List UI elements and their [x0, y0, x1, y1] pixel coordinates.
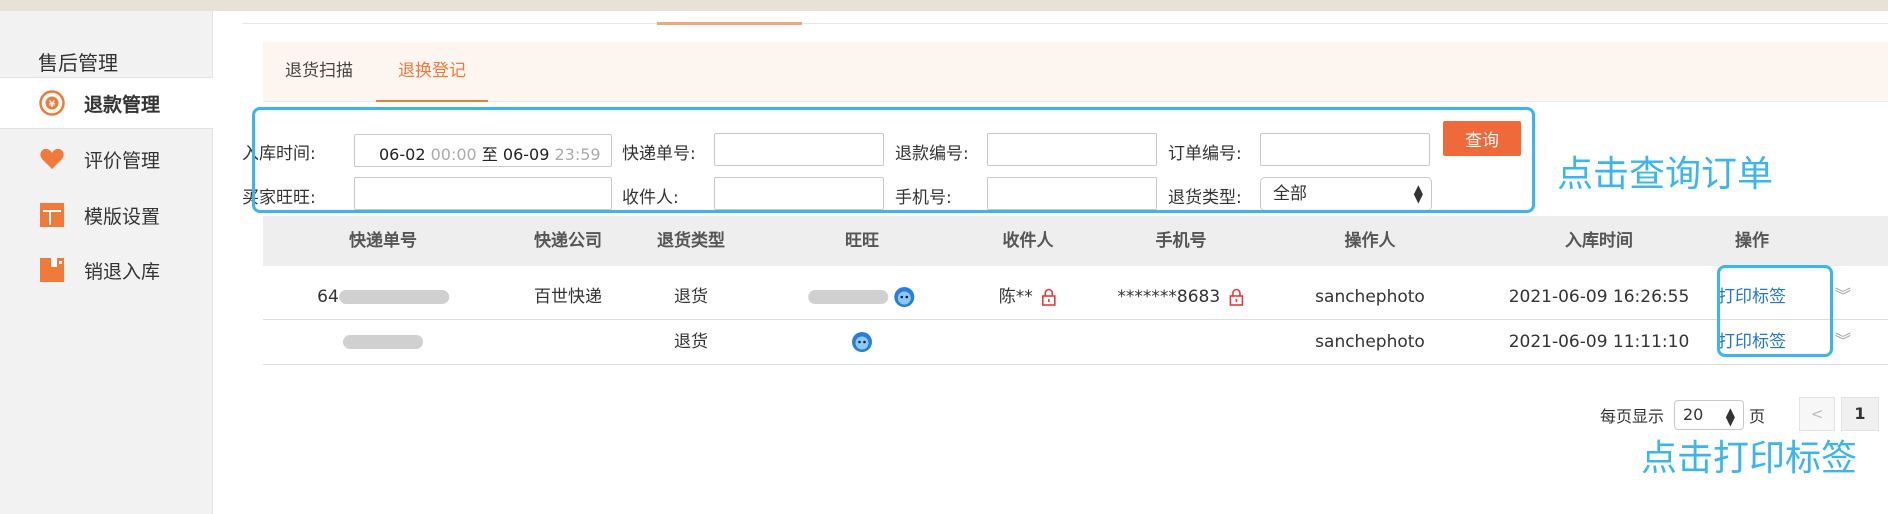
table-row: 64 百世快递 退货 陈** *******8683 sanchephoto 2…: [263, 275, 1888, 320]
divider: [657, 22, 802, 25]
wangwang-chat-icon: [894, 287, 915, 307]
template-layout-icon: [38, 201, 66, 229]
sidebar-item-templates[interactable]: 模版设置: [0, 189, 213, 241]
page-unit-label: 页: [1749, 407, 1766, 426]
column-header: 退货类型: [657, 231, 725, 251]
heart-icon: [38, 145, 66, 173]
wangwang-chat-icon: [852, 332, 872, 352]
sidebar-title: 售后管理: [38, 51, 118, 75]
sidebar: 售后管理 ¥ 退款管理 评价管理 模版设置 销退入库: [0, 11, 213, 514]
chevron-down-icon[interactable]: ︾: [1835, 275, 1851, 320]
inbound-time-cell: 2021-06-09 16:26:55: [1508, 287, 1690, 307]
tracking-no-cell: [343, 320, 423, 365]
tab-bar: 退货扫描 退换登记: [263, 42, 1888, 102]
wangwang-cell: [808, 275, 915, 320]
operator-cell: sanchephoto: [1315, 287, 1425, 307]
return-type-cell: 退货: [674, 287, 708, 307]
column-header: 手机号: [1155, 231, 1207, 251]
phone-cell: *******8683: [1117, 275, 1244, 320]
sidebar-item-label: 退款管理: [84, 93, 161, 116]
query-highlight-box: [252, 107, 1535, 213]
table-row: 退货 sanchephoto 2021-06-09 11:11:10 打印标签 …: [263, 320, 1888, 365]
sidebar-item-reviews[interactable]: 评价管理: [0, 133, 213, 185]
lock-icon: [1229, 288, 1244, 306]
svg-text:¥: ¥: [49, 100, 56, 110]
prev-page-button[interactable]: <: [1799, 397, 1835, 431]
select-arrows-icon: ▲ ▼: [1725, 405, 1735, 428]
column-header: 操作: [1735, 231, 1769, 251]
column-header: 旺旺: [845, 231, 879, 251]
receiver-cell: 陈**: [999, 275, 1057, 320]
sidebar-item-label: 销退入库: [84, 260, 161, 283]
column-header: 操作人: [1344, 231, 1396, 251]
operator-cell: sanchephoto: [1315, 332, 1425, 352]
print-hint-annotation: 点击打印标签: [1641, 438, 1858, 479]
chevron-down-icon[interactable]: ︾: [1835, 320, 1851, 365]
sidebar-item-label: 评价管理: [84, 149, 161, 172]
sidebar-item-label: 模版设置: [84, 205, 161, 228]
wangwang-cell: [851, 320, 873, 365]
tracking-no-cell: 64: [317, 275, 449, 320]
lock-icon: [1042, 288, 1057, 306]
top-bar: [0, 0, 1888, 11]
column-header: 入库时间: [1565, 231, 1633, 251]
tab-return-register[interactable]: 退换登记: [376, 42, 488, 102]
page-1-button[interactable]: 1: [1841, 397, 1879, 431]
column-header: 快递单号: [349, 231, 417, 251]
column-header: 收件人: [1002, 231, 1054, 251]
sidebar-item-refund[interactable]: ¥ 退款管理: [0, 77, 213, 129]
return-stock-icon: [38, 256, 66, 284]
per-page-label: 每页显示: [1600, 407, 1665, 426]
per-page-select[interactable]: 20 ▲ ▼: [1674, 400, 1744, 430]
return-type-cell: 退货: [674, 332, 708, 352]
company-cell: 百世快递: [534, 287, 602, 307]
query-hint-annotation: 点击查询订单: [1557, 154, 1774, 195]
main-content: 退货扫描 退换登记 入库时间: 06-02 00:00 至 06-09 23:5…: [214, 11, 1888, 514]
refund-coin-icon: ¥: [38, 89, 66, 117]
divider: [242, 23, 1888, 24]
inbound-time-cell: 2021-06-09 11:11:10: [1508, 332, 1690, 352]
tab-return-scan[interactable]: 退货扫描: [285, 42, 353, 102]
column-header: 快递公司: [534, 231, 602, 251]
table-header: 快递单号 快递公司 退货类型 旺旺 收件人 手机号 操作人 入库时间 操作: [263, 216, 1888, 266]
sidebar-item-return-stock[interactable]: 销退入库: [0, 244, 213, 296]
print-highlight-box: [1717, 265, 1833, 357]
